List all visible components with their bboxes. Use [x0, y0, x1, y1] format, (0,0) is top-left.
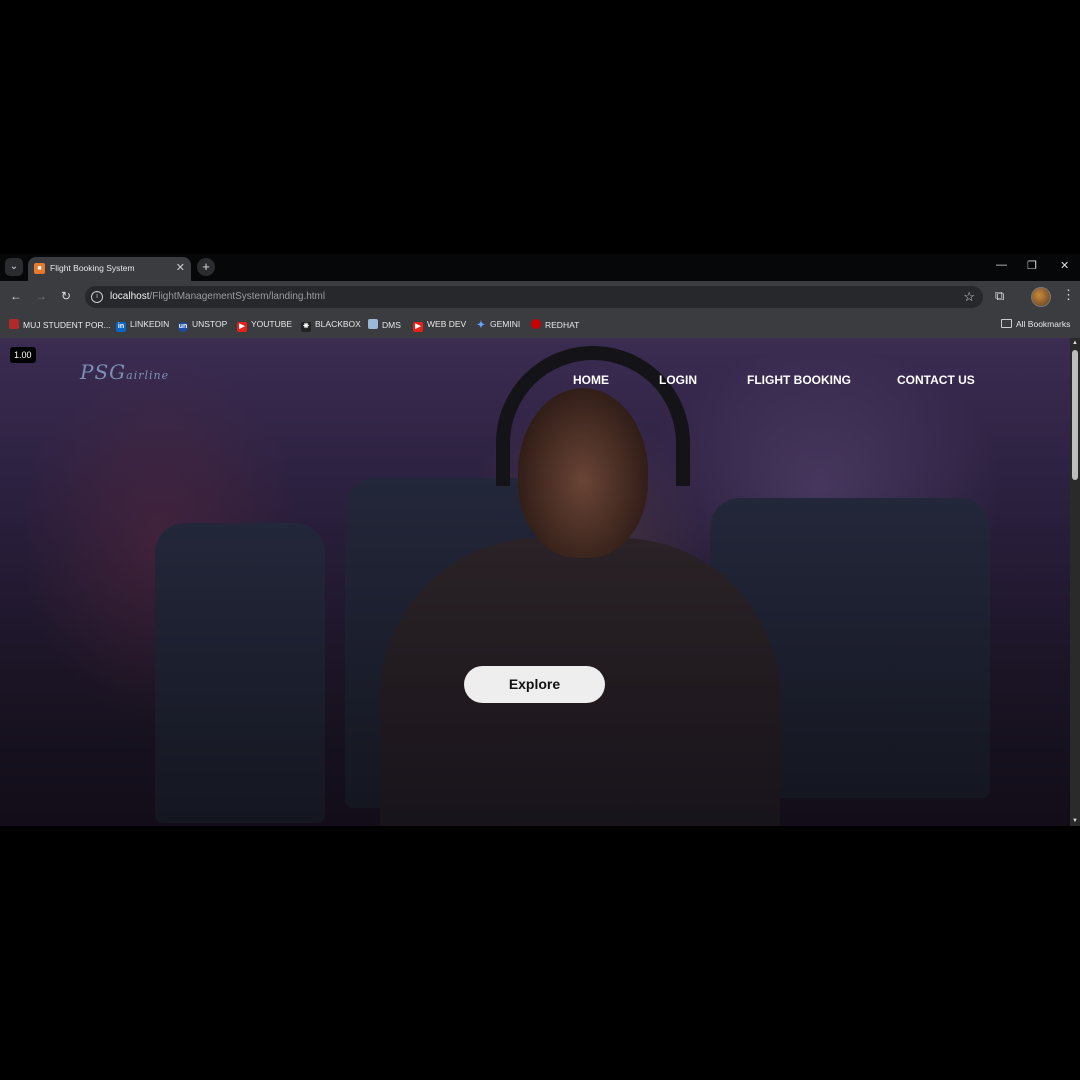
url-host: localhost [110, 291, 150, 302]
youtube-icon: ▶ [413, 322, 423, 332]
scroll-up-icon[interactable]: ▲ [1072, 340, 1078, 346]
bookmark-item[interactable]: ✦ GEMINI [476, 319, 520, 331]
favicon-icon: ■ [34, 263, 45, 274]
linkedin-icon: in [116, 322, 126, 332]
youtube-icon: ▶ [237, 322, 247, 332]
seat-image [155, 523, 325, 823]
bookmark-item[interactable]: ▶ WEB DEV [413, 319, 466, 332]
browser-menu-icon[interactable]: ⋮ [1062, 287, 1075, 303]
unstop-icon: un [178, 322, 188, 332]
scroll-down-icon[interactable]: ▼ [1072, 818, 1078, 824]
scroll-thumb[interactable] [1072, 350, 1078, 480]
nav-flight-booking[interactable]: FLIGHT BOOKING [747, 373, 851, 387]
tab-close-icon[interactable]: ✕ [176, 261, 185, 274]
bookmark-item[interactable]: ▶ YOUTUBE [237, 319, 292, 332]
back-icon[interactable]: ← [10, 289, 22, 303]
bookmark-item[interactable]: MUJ STUDENT POR... [9, 319, 111, 330]
bookmark-star-icon[interactable]: ☆ [963, 289, 975, 305]
tab-title: Flight Booking System [50, 263, 135, 273]
minimize-icon[interactable]: — [996, 259, 1007, 271]
bookmark-item[interactable]: in LINKEDIN [116, 319, 169, 332]
blackbox-icon: ❋ [301, 322, 311, 332]
new-tab-button[interactable]: + [197, 258, 215, 276]
site-logo[interactable]: PSGairline [80, 360, 169, 384]
address-bar[interactable]: i localhost/FlightManagementSystem/landi… [85, 286, 983, 308]
reload-icon[interactable]: ↻ [61, 289, 71, 303]
url-path: /FlightManagementSystem/landing.html [149, 291, 326, 302]
nav-home[interactable]: HOME [573, 373, 609, 387]
site-info-icon[interactable]: i [91, 291, 103, 303]
tab-search-icon[interactable]: ⌄ [5, 258, 23, 276]
bookmark-item[interactable]: ❋ BLACKBOX [301, 319, 361, 332]
logo-main: PSG [80, 360, 127, 384]
url-text[interactable]: localhost/FlightManagementSystem/landing… [110, 291, 325, 302]
zoom-badge: 1.00 [10, 347, 36, 363]
nav-login[interactable]: LOGIN [659, 373, 697, 387]
redhat-icon [531, 319, 541, 329]
logo-sub: airline [126, 369, 170, 382]
muj-icon [9, 319, 19, 329]
headphones-image [496, 346, 690, 486]
bookmark-item[interactable]: REDHAT [531, 319, 579, 330]
page-scrollbar[interactable]: ▲ ▼ [1070, 338, 1080, 826]
profile-avatar[interactable] [1031, 287, 1051, 307]
gemini-icon: ✦ [476, 320, 486, 331]
browser-window: ⌄ ■ Flight Booking System ✕ + — ❐ ✕ ← → … [0, 254, 1080, 826]
restore-icon[interactable]: ❐ [1027, 259, 1037, 272]
forward-icon[interactable]: → [35, 289, 47, 303]
extensions-icon[interactable]: ⧉ [995, 288, 1004, 304]
tab-active[interactable]: ■ Flight Booking System ✕ [28, 257, 191, 281]
nav-contact-us[interactable]: CONTACT US [897, 373, 975, 387]
bookmark-item[interactable]: un UNSTOP [178, 319, 227, 332]
all-bookmarks[interactable]: All Bookmarks [1001, 319, 1070, 329]
bookmarks-bar: MUJ STUDENT POR... in LINKEDIN un UNSTOP ▶… [0, 312, 1080, 338]
close-window-icon[interactable]: ✕ [1060, 259, 1069, 272]
explore-button[interactable]: Explore [464, 666, 605, 703]
browser-toolbar: ← → ↻ i localhost/FlightManagementSystem… [0, 281, 1080, 312]
hero-section: 1.00 PSGairline HOME LOGIN FLIGHT BOOKIN… [0, 338, 1070, 826]
document-icon [368, 319, 378, 329]
tab-strip: ⌄ ■ Flight Booking System ✕ + — ❐ ✕ [0, 254, 1080, 281]
folder-icon [1001, 319, 1012, 328]
bookmark-item[interactable]: DMS [368, 319, 401, 330]
